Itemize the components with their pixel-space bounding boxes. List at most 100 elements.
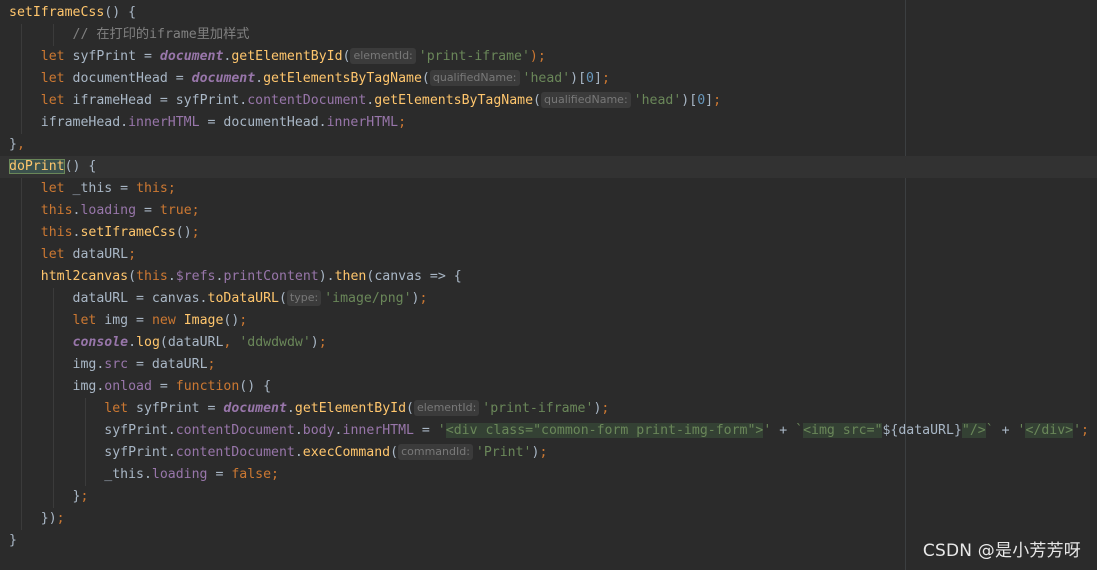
code-token: then: [334, 269, 367, 284]
code-line[interactable]: // 在打印的iframe里加样式: [0, 24, 1097, 46]
code-token: _this.: [9, 467, 152, 482]
code-token: syfPrint.: [9, 445, 176, 460]
code-token: let: [72, 313, 105, 328]
code-token: 0: [697, 93, 706, 108]
code-text: syfPrint.contentDocument.body.innerHTML …: [9, 420, 1089, 442]
code-token: (: [278, 291, 287, 306]
code-line[interactable]: let documentHead = document.getElementsB…: [0, 68, 1097, 90]
code-token: syfPrint =: [136, 401, 224, 416]
code-token: printContent: [223, 269, 319, 284]
code-line[interactable]: syfPrint.contentDocument.body.innerHTML …: [0, 420, 1097, 442]
code-line[interactable]: html2canvas(this.$refs.printContent).the…: [0, 266, 1097, 288]
code-token: loading: [80, 203, 137, 218]
code-token: () {: [239, 379, 272, 394]
code-token: (: [390, 445, 399, 460]
code-line[interactable]: dataURL = canvas.toDataURL(type:'image/p…: [0, 288, 1097, 310]
parameter-hint: type:: [286, 290, 322, 306]
code-text: let img = new Image();: [9, 310, 248, 332]
code-token: let: [40, 49, 73, 64]
code-token: this: [40, 225, 73, 240]
code-token: syfPrint.: [9, 423, 176, 438]
code-line[interactable]: this.loading = true;: [0, 200, 1097, 222]
code-line[interactable]: let dataURL;: [0, 244, 1097, 266]
code-token: iframeHead.: [9, 115, 129, 130]
code-token: +: [993, 423, 1018, 438]
code-token: dataURL = canvas.: [9, 291, 208, 306]
code-token: `: [795, 423, 804, 438]
code-line[interactable]: console.log(dataURL, 'ddwdwdw');: [0, 332, 1097, 354]
code-line[interactable]: let img = new Image();: [0, 310, 1097, 332]
code-editor[interactable]: setIframeCss() { // 在打印的iframe里加样式 let s…: [0, 0, 1097, 570]
code-token: contentDocument: [247, 93, 367, 108]
code-token: onload: [104, 379, 152, 394]
code-text: let _this = this;: [9, 178, 176, 200]
code-token: 'ddwdwdw': [239, 335, 311, 350]
code-token: ;: [601, 401, 610, 416]
code-token: <div class="common-form print-img-form">: [445, 423, 764, 438]
code-token: () {: [64, 159, 97, 174]
code-token: let: [104, 401, 137, 416]
code-line[interactable]: let syfPrint = document.getElementById(e…: [0, 398, 1097, 420]
code-token: ;: [191, 203, 200, 218]
code-token: ;: [271, 467, 279, 482]
code-token: function: [175, 379, 240, 394]
code-line[interactable]: this.setIframeCss();: [0, 222, 1097, 244]
code-text: });: [9, 508, 65, 530]
code-token: execCommand: [302, 445, 391, 460]
code-token: img =: [104, 313, 152, 328]
code-token: _this =: [72, 181, 137, 196]
code-token: ;: [80, 489, 89, 504]
code-token: .: [286, 401, 295, 416]
code-token: ;: [419, 291, 428, 306]
code-token: =: [136, 203, 160, 218]
code-line[interactable]: let _this = this;: [0, 178, 1097, 200]
code-line[interactable]: doPrint() {: [0, 156, 1097, 178]
code-token: }: [9, 533, 17, 548]
code-line[interactable]: let syfPrint = document.getElementById(e…: [0, 46, 1097, 68]
code-token: (: [533, 93, 541, 108]
parameter-hint: qualifiedName:: [429, 70, 520, 86]
code-text: setIframeCss() {: [9, 2, 136, 24]
code-token: =: [207, 467, 232, 482]
code-token: 'head': [522, 71, 571, 86]
code-token: getElementsByTagName: [374, 93, 534, 108]
code-line[interactable]: img.src = dataURL;: [0, 354, 1097, 376]
code-token: = documentHead.: [199, 115, 327, 130]
code-token: doPrint: [9, 159, 65, 174]
code-line[interactable]: syfPrint.contentDocument.execCommand(com…: [0, 442, 1097, 464]
code-text: _this.loading = false;: [9, 464, 279, 486]
code-token: );: [529, 49, 546, 64]
code-line[interactable]: iframeHead.innerHTML = documentHead.inne…: [0, 112, 1097, 134]
code-token: document: [159, 49, 224, 64]
code-line[interactable]: };: [0, 486, 1097, 508]
code-line[interactable]: });: [0, 508, 1097, 530]
code-text: iframeHead.innerHTML = documentHead.inne…: [9, 112, 406, 134]
code-line[interactable]: img.onload = function() {: [0, 376, 1097, 398]
code-token: <img src=": [803, 423, 883, 438]
code-token: getElementById: [294, 401, 407, 416]
code-token: documentHead =: [72, 71, 192, 86]
parameter-hint: commandId:: [398, 444, 473, 460]
code-text: dataURL = canvas.toDataURL(type:'image/p…: [9, 288, 427, 310]
code-line[interactable]: let iframeHead = syfPrint.contentDocumen…: [0, 90, 1097, 112]
code-line[interactable]: setIframeCss() {: [0, 2, 1097, 24]
code-token: =: [413, 423, 438, 438]
code-text: img.onload = function() {: [9, 376, 272, 398]
code-token: () {: [104, 5, 137, 20]
csdn-watermark: CSDN @是小芳芳呀: [922, 541, 1081, 561]
code-token: ;: [1081, 423, 1089, 438]
code-text: this.setIframeCss();: [9, 222, 200, 244]
code-token: innerHTML: [128, 115, 200, 130]
code-token: (: [406, 401, 414, 416]
code-token: 'head': [633, 93, 682, 108]
code-token: setIframeCss: [9, 5, 105, 20]
code-line[interactable]: },: [0, 134, 1097, 156]
code-token: (: [421, 71, 430, 86]
code-token: dataURL: [72, 247, 129, 262]
code-line[interactable]: _this.loading = false;: [0, 464, 1097, 486]
